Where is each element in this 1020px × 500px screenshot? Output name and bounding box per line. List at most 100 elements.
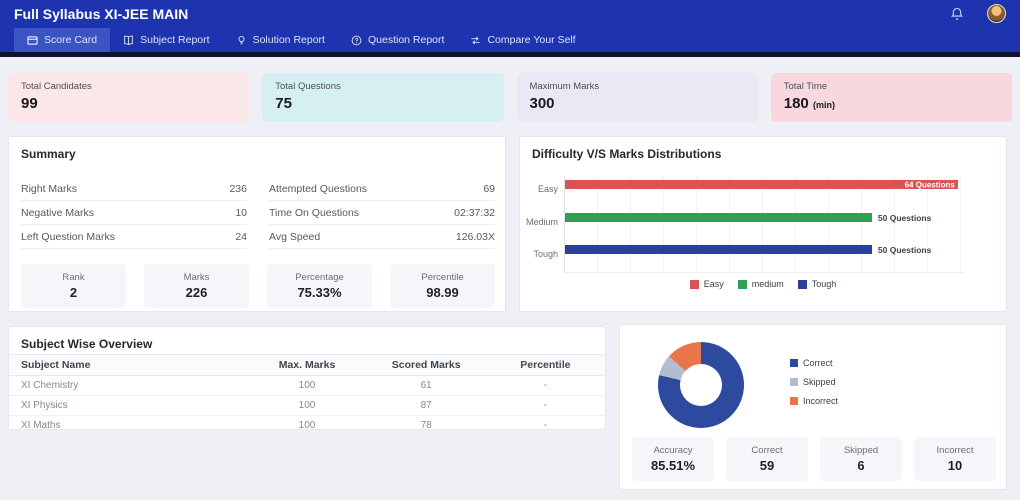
summary-row: Negative Marks10 bbox=[21, 201, 247, 225]
category-label: Medium bbox=[520, 217, 558, 227]
subject-table: Subject Name Max. Marks Scored Marks Per… bbox=[9, 354, 605, 436]
top-header: Full Syllabus XI-JEE MAIN bbox=[0, 0, 1020, 28]
subject-table-panel: Subject Wise Overview Subject Name Max. … bbox=[8, 326, 606, 430]
bar-value-label: 64 Questions bbox=[903, 180, 957, 189]
panel-title: Subject Wise Overview bbox=[21, 337, 152, 351]
cell-percentile: - bbox=[486, 416, 605, 436]
category-label: Easy bbox=[520, 184, 558, 194]
summary-row: Avg Speed 126.03X bbox=[269, 225, 495, 249]
row-value: 126.03X bbox=[456, 231, 495, 243]
result-metrics: Accuracy85.51% Correct 59 Skipped 6 Incorr… bbox=[632, 437, 996, 481]
bar-fill bbox=[565, 213, 872, 222]
metric-value: 2 bbox=[70, 285, 77, 300]
cell-scored-marks: 78 bbox=[367, 416, 486, 436]
legend-label: medium bbox=[752, 279, 784, 289]
legend-swatch bbox=[798, 280, 807, 289]
legend-swatch bbox=[738, 280, 747, 289]
table-header-row: Subject Name Max. Marks Scored Marks Per… bbox=[9, 355, 605, 376]
legend-swatch bbox=[790, 378, 798, 386]
bar-medium: 50 Questions bbox=[565, 213, 964, 222]
panel-title: Summary bbox=[21, 147, 76, 161]
row-label: Left Question Marks bbox=[21, 231, 115, 243]
bell-icon[interactable] bbox=[950, 7, 964, 21]
panel-title: Difficulty V/S Marks Distributions bbox=[532, 147, 721, 161]
table-row: XI Maths 100 78 - bbox=[9, 416, 605, 436]
page-title: Full Syllabus XI-JEE MAIN bbox=[14, 0, 188, 28]
row-value: 24 bbox=[235, 231, 247, 243]
category-label: Tough bbox=[520, 249, 558, 259]
metric-box-rank: Rank 2 bbox=[21, 264, 126, 308]
tab-label: Subject Report bbox=[140, 34, 209, 46]
result-box-skipped: Skipped 6 bbox=[820, 437, 902, 481]
row-label: Time On Questions bbox=[269, 207, 359, 219]
tab-question-report[interactable]: Question Report bbox=[338, 28, 457, 52]
bar-fill bbox=[565, 245, 872, 254]
cell-subject: XI Maths bbox=[9, 416, 247, 436]
difficulty-chart-panel: Difficulty V/S Marks Distributions Easy … bbox=[519, 136, 1007, 312]
compare-icon bbox=[470, 35, 481, 46]
stat-card-total-questions: Total Questions 75 bbox=[262, 73, 503, 122]
legend-swatch bbox=[690, 280, 699, 289]
tab-label: Question Report bbox=[368, 34, 444, 46]
card-value: 99 bbox=[21, 95, 236, 112]
question-report-icon bbox=[351, 35, 362, 46]
metric-label: Percentile bbox=[421, 272, 463, 283]
metric-label: Rank bbox=[62, 272, 84, 283]
stat-card-total-time: Total Time 180 (min) bbox=[771, 73, 1012, 122]
row-label: Negative Marks bbox=[21, 207, 94, 219]
nav-tabs: Score Card Subject Report Solution Repor… bbox=[0, 28, 1020, 52]
legend-item: Tough bbox=[798, 279, 837, 289]
cell-percentile: - bbox=[486, 396, 605, 416]
legend-item: Skipped bbox=[790, 377, 838, 387]
metric-value: 75.33% bbox=[297, 285, 341, 300]
tab-solution-report[interactable]: Solution Report bbox=[223, 28, 338, 52]
cell-max-marks: 100 bbox=[247, 396, 366, 416]
row-label: Right Marks bbox=[21, 183, 77, 195]
tab-subject-report[interactable]: Subject Report bbox=[110, 28, 222, 52]
card-unit: (min) bbox=[813, 100, 835, 110]
summary-rows: Right Marks 236 Negative Marks10 Left Que… bbox=[21, 177, 495, 249]
row-label: Avg Speed bbox=[269, 231, 320, 243]
metric-value: 6 bbox=[857, 458, 864, 473]
row-value: 69 bbox=[483, 183, 495, 195]
tab-compare-your-self[interactable]: Compare Your Self bbox=[457, 28, 588, 52]
legend-swatch bbox=[790, 397, 798, 405]
tab-score-card[interactable]: Score Card bbox=[14, 28, 110, 52]
legend-label: Skipped bbox=[803, 377, 836, 387]
bar-easy: 64 Questions bbox=[565, 180, 964, 189]
header-divider bbox=[0, 52, 1020, 57]
tab-label: Score Card bbox=[44, 34, 97, 46]
metric-label: Correct bbox=[751, 445, 782, 456]
result-box-accuracy: Accuracy85.51% bbox=[632, 437, 714, 481]
metric-label: Percentage bbox=[295, 272, 344, 283]
legend-label: Easy bbox=[704, 279, 724, 289]
summary-row: Time On Questions02:37:32 bbox=[269, 201, 495, 225]
answer-distribution-panel: Correct Skipped Incorrect Accuracy85.51%… bbox=[619, 324, 1007, 490]
legend-label: Correct bbox=[803, 358, 833, 368]
metric-value: 10 bbox=[948, 458, 962, 473]
result-box-incorrect: Incorrect10 bbox=[914, 437, 996, 481]
legend-item: Easy bbox=[690, 279, 724, 289]
column-header: Scored Marks bbox=[367, 355, 486, 376]
card-value: 180 (min) bbox=[784, 95, 999, 112]
bar-chart: 64 Questions 50 Questions 50 Questions bbox=[564, 176, 964, 273]
metric-value: 226 bbox=[186, 285, 208, 300]
bar-value-label: 50 Questions bbox=[878, 245, 931, 255]
legend-item: Incorrect bbox=[790, 396, 838, 406]
user-avatar[interactable] bbox=[987, 4, 1006, 23]
bar-value-label: 50 Questions bbox=[878, 213, 931, 223]
cell-scored-marks: 87 bbox=[367, 396, 486, 416]
cell-max-marks: 100 bbox=[247, 416, 366, 436]
legend-label: Incorrect bbox=[803, 396, 838, 406]
legend-item: medium bbox=[738, 279, 784, 289]
score-card-icon bbox=[27, 35, 38, 46]
summary-row: Attempted Questions69 bbox=[269, 177, 495, 201]
metric-label: Skipped bbox=[844, 445, 878, 456]
row-value: 236 bbox=[229, 183, 247, 195]
metric-label: Accuracy bbox=[653, 445, 692, 456]
metric-box-percentage: Percentage 75.33% bbox=[267, 264, 372, 308]
metric-value: 59 bbox=[760, 458, 774, 473]
cell-percentile: - bbox=[486, 376, 605, 396]
metric-box-marks: Marks226 bbox=[144, 264, 249, 308]
cell-subject: XI Chemistry bbox=[9, 376, 247, 396]
